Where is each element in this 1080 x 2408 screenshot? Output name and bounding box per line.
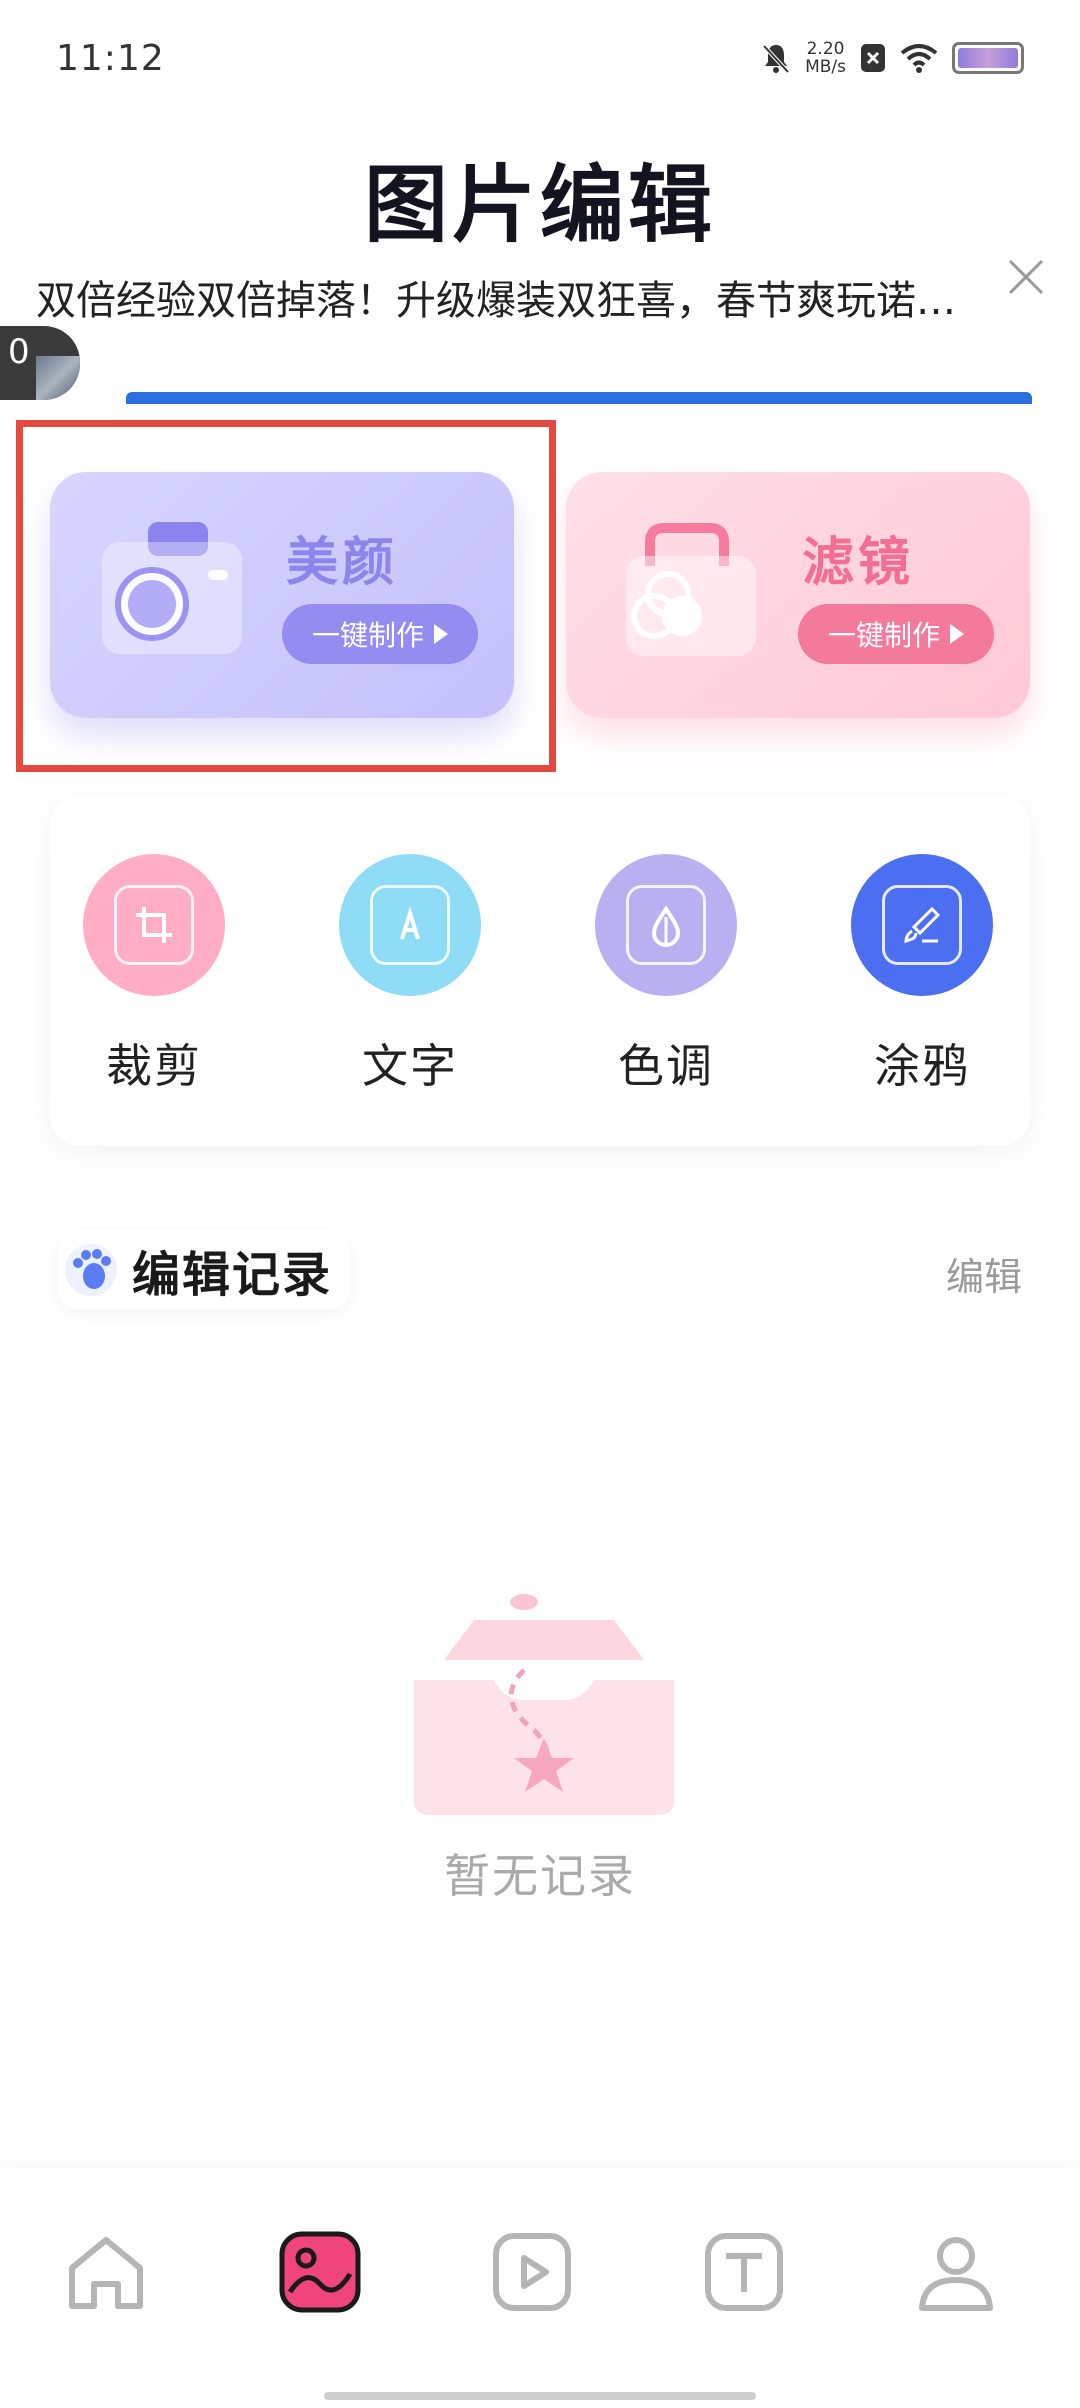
floating-widget[interactable]: 0: [0, 326, 80, 400]
tool-tone-label: 色调: [618, 1039, 714, 1093]
tool-tone-circle: [595, 854, 737, 996]
filter-make-button[interactable]: 一键制作: [798, 604, 994, 664]
tool-text-circle: [339, 854, 481, 996]
history-title: 编辑记录: [132, 1247, 333, 1303]
tool-doodle-label: 涂鸦: [874, 1039, 970, 1093]
status-icons: 2.20 MB/s: [761, 40, 1024, 76]
tool-doodle-circle: [851, 854, 993, 996]
page-title: 图片编辑: [363, 156, 716, 254]
history-edit-button[interactable]: 编辑: [946, 1246, 1022, 1301]
net-speed: 2.20 MB/s: [805, 40, 846, 76]
tool-crop-label: 裁剪: [106, 1039, 202, 1093]
tool-crop[interactable]: 裁剪: [54, 854, 254, 1096]
tool-tone[interactable]: 色调: [566, 854, 766, 1096]
crop-icon: [114, 885, 194, 965]
close-icon[interactable]: [1004, 255, 1048, 299]
tools-panel: 裁剪 文字 色调 涂鸦: [50, 796, 1030, 1146]
image-edit-icon[interactable]: [276, 2228, 364, 2316]
floating-widget-thumbnail: [36, 356, 80, 400]
mute-bell-icon: [762, 44, 790, 74]
filter-card-title: 滤镜: [802, 533, 915, 593]
empty-state-text: 暂无记录: [444, 1849, 636, 1903]
footprint-icon: [65, 1244, 117, 1296]
home-indicator[interactable]: [324, 2392, 756, 2400]
tool-text[interactable]: 文字: [310, 854, 510, 1096]
floating-widget-label: 0: [8, 332, 30, 372]
filter-make-button-label: 一键制作: [827, 619, 940, 652]
wifi-icon: [900, 44, 938, 73]
sim-x-icon: [861, 44, 885, 72]
battery-icon: [952, 42, 1024, 74]
profile-icon[interactable]: [912, 2228, 1000, 2316]
net-speed-value: 2.20: [806, 39, 845, 59]
brush-icon: [882, 885, 962, 965]
bottom-nav: [0, 2168, 1080, 2408]
text-icon: [370, 885, 450, 965]
blue-banner-strip[interactable]: [126, 392, 1032, 404]
history-header: 编辑记录: [58, 1230, 351, 1310]
tone-icon: [626, 885, 706, 965]
tool-text-label: 文字: [362, 1039, 458, 1093]
play-icon: [950, 624, 964, 644]
tool-crop-circle: [83, 854, 225, 996]
filter-card[interactable]: 滤镜 一键制作: [566, 472, 1030, 718]
video-icon[interactable]: [488, 2228, 576, 2316]
empty-box-illustration: [414, 1594, 674, 1815]
status-time: 11:12: [56, 38, 165, 79]
filter-bag-icon: [626, 523, 756, 656]
highlight-box: [16, 420, 556, 772]
net-speed-unit: MB/s: [805, 57, 846, 77]
home-icon[interactable]: [62, 2228, 150, 2316]
text-template-icon[interactable]: [700, 2228, 788, 2316]
tool-doodle[interactable]: 涂鸦: [822, 854, 1022, 1096]
promo-marquee[interactable]: 双倍经验双倍掉落！升级爆装双狂喜，春节爽玩诺…: [36, 268, 1016, 326]
